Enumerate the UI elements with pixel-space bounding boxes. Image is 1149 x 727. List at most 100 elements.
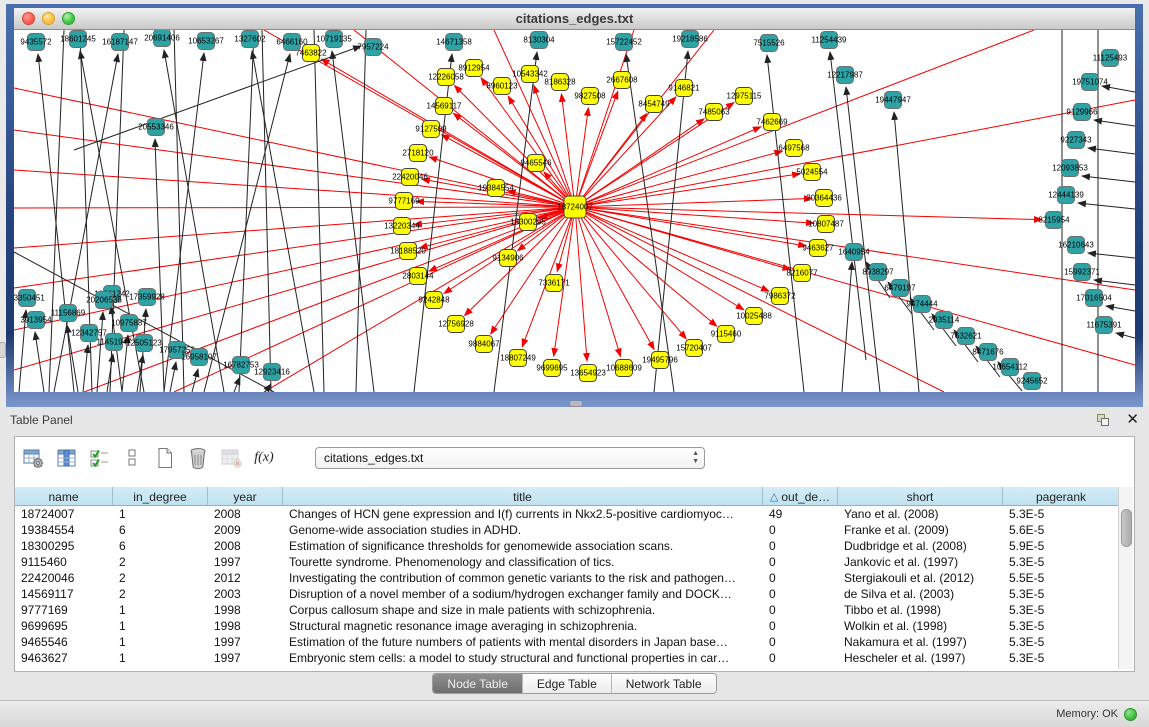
table-selector-dropdown[interactable]: citations_edges.txt ▲▼ (315, 447, 705, 469)
network-graph-canvas[interactable]: 1222605889129548960123105433428186328982… (14, 30, 1135, 392)
graph-node-label: 8186328 (544, 78, 576, 87)
graph-edge (14, 207, 575, 288)
network-window: citations_edges.txt 12226058891295489601… (14, 8, 1135, 392)
dropdown-stepper-icon: ▲▼ (692, 450, 699, 466)
graph-edge (14, 207, 575, 330)
table-cell: Jankovic et al. (1997) (838, 554, 1003, 570)
graph-node-label: 9227343 (1060, 136, 1092, 145)
tab-network-table[interactable]: Network Table (612, 674, 716, 693)
close-window-button[interactable] (22, 12, 35, 25)
tab-edge-table[interactable]: Edge Table (523, 674, 612, 693)
table-row[interactable]: 946362711997Embryonic stem cells: a mode… (15, 650, 1120, 666)
graph-node-label: 16958107 (181, 353, 217, 362)
table-settings-icon[interactable] (21, 446, 45, 470)
column-header-out_de[interactable]: △out_de… (763, 487, 838, 506)
table-row[interactable]: 2242004622012Investigating the contribut… (15, 570, 1120, 586)
graph-node-label: 9827508 (574, 92, 606, 101)
graph-node-label: 12342757 (71, 329, 107, 338)
graph-node-label: 16187147 (102, 38, 138, 47)
zoom-window-button[interactable] (62, 12, 75, 25)
table-row[interactable]: 1830029562008Estimation of significance … (15, 538, 1120, 554)
graph-node-label: 7485063 (698, 108, 730, 117)
table-cell: 2 (113, 586, 208, 602)
table-row[interactable]: 911546021997Tourette syndrome. Phenomeno… (15, 554, 1120, 570)
graph-node-label: 13350451 (14, 294, 45, 303)
split-divider-handle[interactable] (570, 401, 582, 406)
graph-node-label: 9699695 (536, 364, 568, 373)
graph-node-label: 7462669 (756, 118, 788, 127)
column-header-in_degree[interactable]: in_degree (113, 487, 208, 506)
table-row[interactable]: 946554611997Estimation of the future num… (15, 634, 1120, 650)
graph-node-label: 8130304 (523, 36, 555, 45)
graph-edge (575, 207, 587, 361)
column-header-short[interactable]: short (838, 487, 1003, 506)
graph-node-label: 12217987 (827, 71, 863, 80)
column-header-title[interactable]: title (283, 487, 763, 506)
graph-node-label: 19218586 (672, 35, 708, 44)
table-row[interactable]: 1938455462009Genome-wide association stu… (15, 522, 1120, 538)
table-cell: 0 (763, 570, 838, 586)
float-panel-icon[interactable] (1097, 414, 1110, 426)
function-builder-icon[interactable]: f(x) (252, 446, 276, 470)
table-cell: Tourette syndrome. Phenomenology and cla… (283, 554, 763, 570)
scrollbar-thumb[interactable] (1121, 509, 1132, 547)
graph-node-label: 14569117 (427, 102, 463, 111)
table-cell: 18724007 (15, 506, 113, 522)
graph-node-label: 12444139 (1048, 191, 1084, 200)
graph-edge (14, 207, 575, 248)
graph-edge (14, 207, 575, 208)
graph-node-label: 12756928 (438, 320, 474, 329)
column-header-year[interactable]: year (208, 487, 283, 506)
table-toolbar: f(x) citations_edges.txt ▲▼ (21, 442, 705, 474)
graph-edge (534, 85, 575, 207)
graph-edge (575, 30, 634, 207)
table-row[interactable]: 1872400712008Changes of HCN gene express… (15, 506, 1120, 522)
graph-edge (561, 94, 575, 207)
close-panel-icon[interactable]: ✕ (1126, 414, 1139, 426)
table-row[interactable]: 977716911998Corpus callosum shape and si… (15, 602, 1120, 618)
window-title: citations_edges.txt (14, 11, 1135, 26)
table-cell: 22420046 (15, 570, 113, 586)
table-row[interactable]: 1456911722003Disruption of a novel membe… (15, 586, 1120, 602)
table-cell: 5.6E-5 (1003, 522, 1120, 538)
select-columns-icon[interactable] (87, 446, 111, 470)
graph-node-label: 2667608 (606, 76, 638, 85)
delete-table-icon[interactable] (186, 446, 210, 470)
row-height-icon[interactable] (120, 446, 144, 470)
graph-node-label: 8938297 (862, 268, 894, 277)
graph-node-label: 1640954 (838, 248, 870, 257)
table-cell: 1998 (208, 618, 283, 634)
table-cell: 1997 (208, 634, 283, 650)
graph-node-label: 8215954 (1038, 216, 1070, 225)
graph-node-label: 9127509 (415, 125, 447, 134)
column-header-pagerank[interactable]: pagerank (1003, 487, 1120, 506)
column-header-name[interactable]: name (15, 487, 113, 506)
tab-node-table[interactable]: Node Table (433, 674, 523, 693)
node-table-card: f(x) citations_edges.txt ▲▼ namein_degre… (14, 436, 1135, 672)
table-cell: Genome-wide association studies in ADHD. (283, 522, 763, 538)
minimize-window-button[interactable] (42, 12, 55, 25)
show-column-icon[interactable] (54, 446, 78, 470)
graph-node-label: 12505123 (126, 339, 162, 348)
vertical-scrollbar[interactable] (1118, 487, 1133, 669)
window-titlebar[interactable]: citations_edges.txt (14, 8, 1135, 30)
graph-node-label: 9463627 (802, 244, 834, 253)
graph-edge (575, 91, 618, 207)
traffic-lights (22, 12, 75, 25)
sort-ascending-icon: △ (770, 490, 778, 503)
import-table-icon[interactable] (219, 446, 243, 470)
graph-node-label: 2718120 (402, 149, 434, 158)
table-cell: 5.3E-5 (1003, 554, 1120, 570)
graph-edge (846, 87, 880, 392)
graph-node-label: 9777169 (388, 197, 420, 206)
table-row[interactable]: 969969511998Structural magnetic resonanc… (15, 618, 1120, 634)
panel-collapse-handle[interactable] (0, 342, 6, 358)
table-cell: 5.9E-5 (1003, 538, 1120, 554)
table-cell: Yano et al. (2008) (838, 506, 1003, 522)
graph-node-label: 12093853 (1052, 164, 1088, 173)
graph-edge (83, 345, 88, 392)
new-table-icon[interactable] (153, 446, 177, 470)
table-cell: 0 (763, 586, 838, 602)
table-selector-value: citations_edges.txt (324, 451, 423, 465)
table-cell: de Silva et al. (2003) (838, 586, 1003, 602)
